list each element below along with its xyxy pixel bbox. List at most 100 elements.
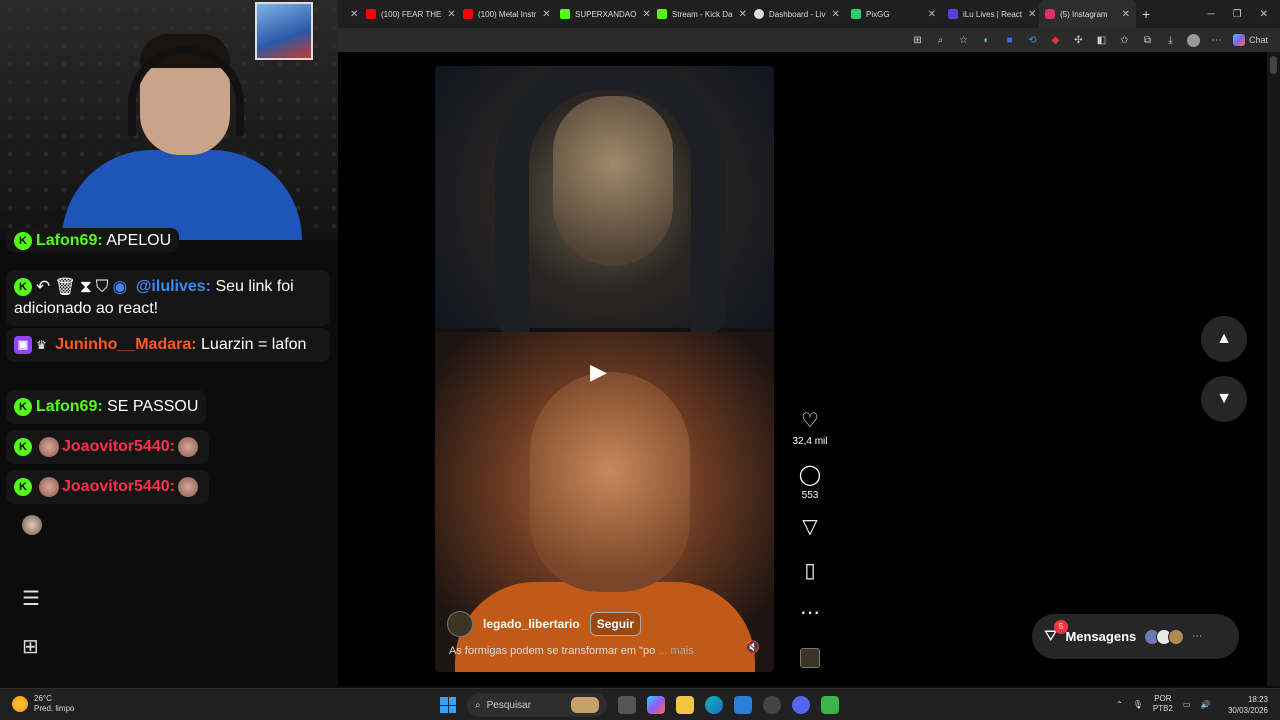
taskbar-search[interactable]: ⌕ Pesquisar	[467, 693, 607, 717]
mute-icon[interactable]: 🔇	[745, 640, 760, 654]
chat-message: K Lafon69: SE PASSOU	[6, 390, 207, 424]
browser-tab[interactable]: SUPERXANDAO ✕	[554, 0, 651, 28]
chat-username: @ilulives:	[135, 278, 212, 296]
comment-action[interactable]: ◯ 553	[790, 464, 830, 501]
language-indicator[interactable]: POR PTB2	[1153, 694, 1173, 714]
browser-tab[interactable]: PixGG ✕	[845, 0, 942, 28]
restore-icon[interactable]: ❐	[1233, 9, 1242, 20]
discord-icon[interactable]	[792, 696, 810, 714]
close-icon[interactable]: ✕	[738, 9, 746, 20]
search-highlight-icon	[571, 697, 599, 713]
close-icon[interactable]: ✕	[350, 9, 358, 20]
comment-icon[interactable]: ◯	[790, 464, 830, 486]
more-options-icon[interactable]: ⋯	[1210, 35, 1223, 46]
minimize-icon[interactable]: ─	[1208, 9, 1215, 20]
copilot-icon	[1232, 34, 1245, 46]
search-placeholder: Pesquisar	[486, 699, 532, 711]
weather-widget[interactable]: 26°C Pred. limpo	[12, 694, 74, 714]
store-icon[interactable]	[734, 696, 752, 714]
tab-title: PixGG	[866, 9, 890, 19]
close-window-icon[interactable]: ✕	[1260, 9, 1268, 20]
close-icon[interactable]: ✕	[447, 9, 455, 20]
extension-icon[interactable]: ◐	[980, 35, 993, 46]
close-icon[interactable]: ✕	[1028, 9, 1036, 20]
author-avatar[interactable]	[447, 611, 473, 637]
like-action[interactable]: ♡ 32,4 mil	[790, 410, 830, 447]
shield-icon[interactable]: ⛉	[96, 276, 109, 298]
puzzle-icon[interactable]: ✣	[1072, 35, 1085, 46]
extension-icon[interactable]: ■	[1003, 35, 1016, 46]
chevron-up-icon[interactable]: ⌃	[1116, 700, 1123, 709]
new-tab-button[interactable]: +	[1136, 0, 1160, 28]
close-icon[interactable]: ✕	[831, 9, 839, 20]
file-explorer-icon[interactable]	[676, 696, 694, 714]
ilu-icon	[948, 9, 958, 19]
task-view-icon[interactable]	[618, 696, 636, 714]
close-icon[interactable]: ✕	[1122, 9, 1130, 20]
heart-icon[interactable]: ♡	[790, 410, 830, 432]
caption-more-link[interactable]: ... mais	[658, 645, 693, 657]
trash-icon[interactable]: 🗑	[54, 276, 76, 298]
bot-icon: ◉	[112, 277, 128, 296]
tab-title: (100) Metal Instr	[478, 9, 537, 19]
send-icon[interactable]: ▽	[790, 516, 830, 538]
audio-thumbnail[interactable]	[800, 648, 820, 668]
favorites-icon[interactable]: ✩	[1118, 35, 1131, 46]
browser-tab[interactable]: iLu Lives | React ✕	[942, 0, 1039, 28]
browser-tab[interactable]: Stream - Kick Da ✕	[651, 0, 748, 28]
copilot-icon[interactable]	[647, 696, 665, 714]
emote-icon	[39, 436, 59, 457]
browser-tab-active[interactable]: (5) Instagram ✕	[1039, 0, 1136, 28]
more-dots-icon: ⋯	[1192, 631, 1203, 642]
display-icon[interactable]: ▭	[1183, 700, 1191, 709]
share-action[interactable]: ▽	[790, 516, 830, 538]
author-username[interactable]: legado_libertario	[483, 617, 580, 631]
menu-icon[interactable]: ☰	[22, 586, 40, 611]
undo-icon[interactable]: ↶	[36, 276, 50, 298]
download-icon[interactable]: ⤓	[1164, 35, 1177, 46]
microphone-icon[interactable]: 🎙	[1133, 700, 1143, 709]
translate-icon[interactable]: ⟲	[1026, 35, 1039, 46]
follow-button[interactable]: Seguir	[589, 612, 642, 636]
close-icon[interactable]: ✕	[928, 9, 936, 20]
sub-badge-icon: ♛	[36, 338, 47, 352]
messages-button[interactable]: ⛛ 5 Mensagens ⋯	[1032, 614, 1239, 659]
start-button[interactable]	[440, 697, 456, 713]
previous-reel-button[interactable]: ▲	[1201, 316, 1247, 362]
more-action[interactable]: ⋯	[790, 602, 830, 624]
volume-icon[interactable]: 🔊	[1200, 700, 1210, 709]
save-action[interactable]: ▯	[790, 560, 830, 582]
chat-avatar	[22, 515, 42, 535]
browser-tab[interactable]: (100) FEAR THE ✕	[360, 0, 457, 28]
edge-icon[interactable]	[705, 696, 723, 714]
chat-overlay: K Lafon69: APELOU K ↶ 🗑 ⧗ ⛉ ◉ @ilulives: Seu l…	[0, 228, 338, 688]
extension-icon[interactable]: ◆	[1049, 35, 1062, 46]
close-icon[interactable]: ✕	[542, 9, 550, 20]
taskbar-clock[interactable]: 18:23 30/03/2026	[1224, 694, 1268, 716]
favorite-star-icon[interactable]: ☆	[957, 35, 970, 46]
zoom-icon[interactable]: ⌕	[934, 35, 947, 46]
hourglass-icon[interactable]: ⧗	[80, 276, 92, 298]
tab-title: SUPERXANDAO	[575, 9, 637, 19]
page-scrollbar[interactable]	[1267, 52, 1280, 686]
profile-avatar-icon[interactable]	[1186, 33, 1200, 47]
browser-tab[interactable]: (100) Metal Instr ✕	[457, 0, 554, 28]
copilot-chat-button[interactable]: Chat	[1232, 34, 1268, 46]
play-icon[interactable]: ▶	[590, 359, 607, 385]
split-screen-icon[interactable]: ◧	[1095, 35, 1108, 46]
reel-caption[interactable]: As formigas podem se transformar em "po …	[449, 645, 694, 657]
app-icon[interactable]	[821, 696, 839, 714]
close-icon[interactable]: ✕	[642, 9, 650, 20]
browser-tab[interactable]: Dashboard - Liv ✕	[748, 0, 845, 28]
apps-grid-icon[interactable]: ⊞	[22, 634, 39, 659]
scrollbar-thumb[interactable]	[1270, 56, 1277, 74]
app-icon[interactable]	[763, 696, 781, 714]
next-reel-button[interactable]: ▼	[1201, 376, 1247, 422]
more-dots-icon[interactable]: ⋯	[790, 602, 830, 624]
collections-icon[interactable]: ⧉	[1141, 35, 1154, 46]
app-available-icon[interactable]: ⊞	[911, 35, 924, 46]
reel-video[interactable]: ▶ legado_libertario Seguir As formigas p…	[435, 66, 774, 672]
tab-close-partial[interactable]: ✕	[338, 0, 360, 28]
messages-label: Mensagens	[1065, 629, 1137, 644]
bookmark-icon[interactable]: ▯	[790, 560, 830, 582]
